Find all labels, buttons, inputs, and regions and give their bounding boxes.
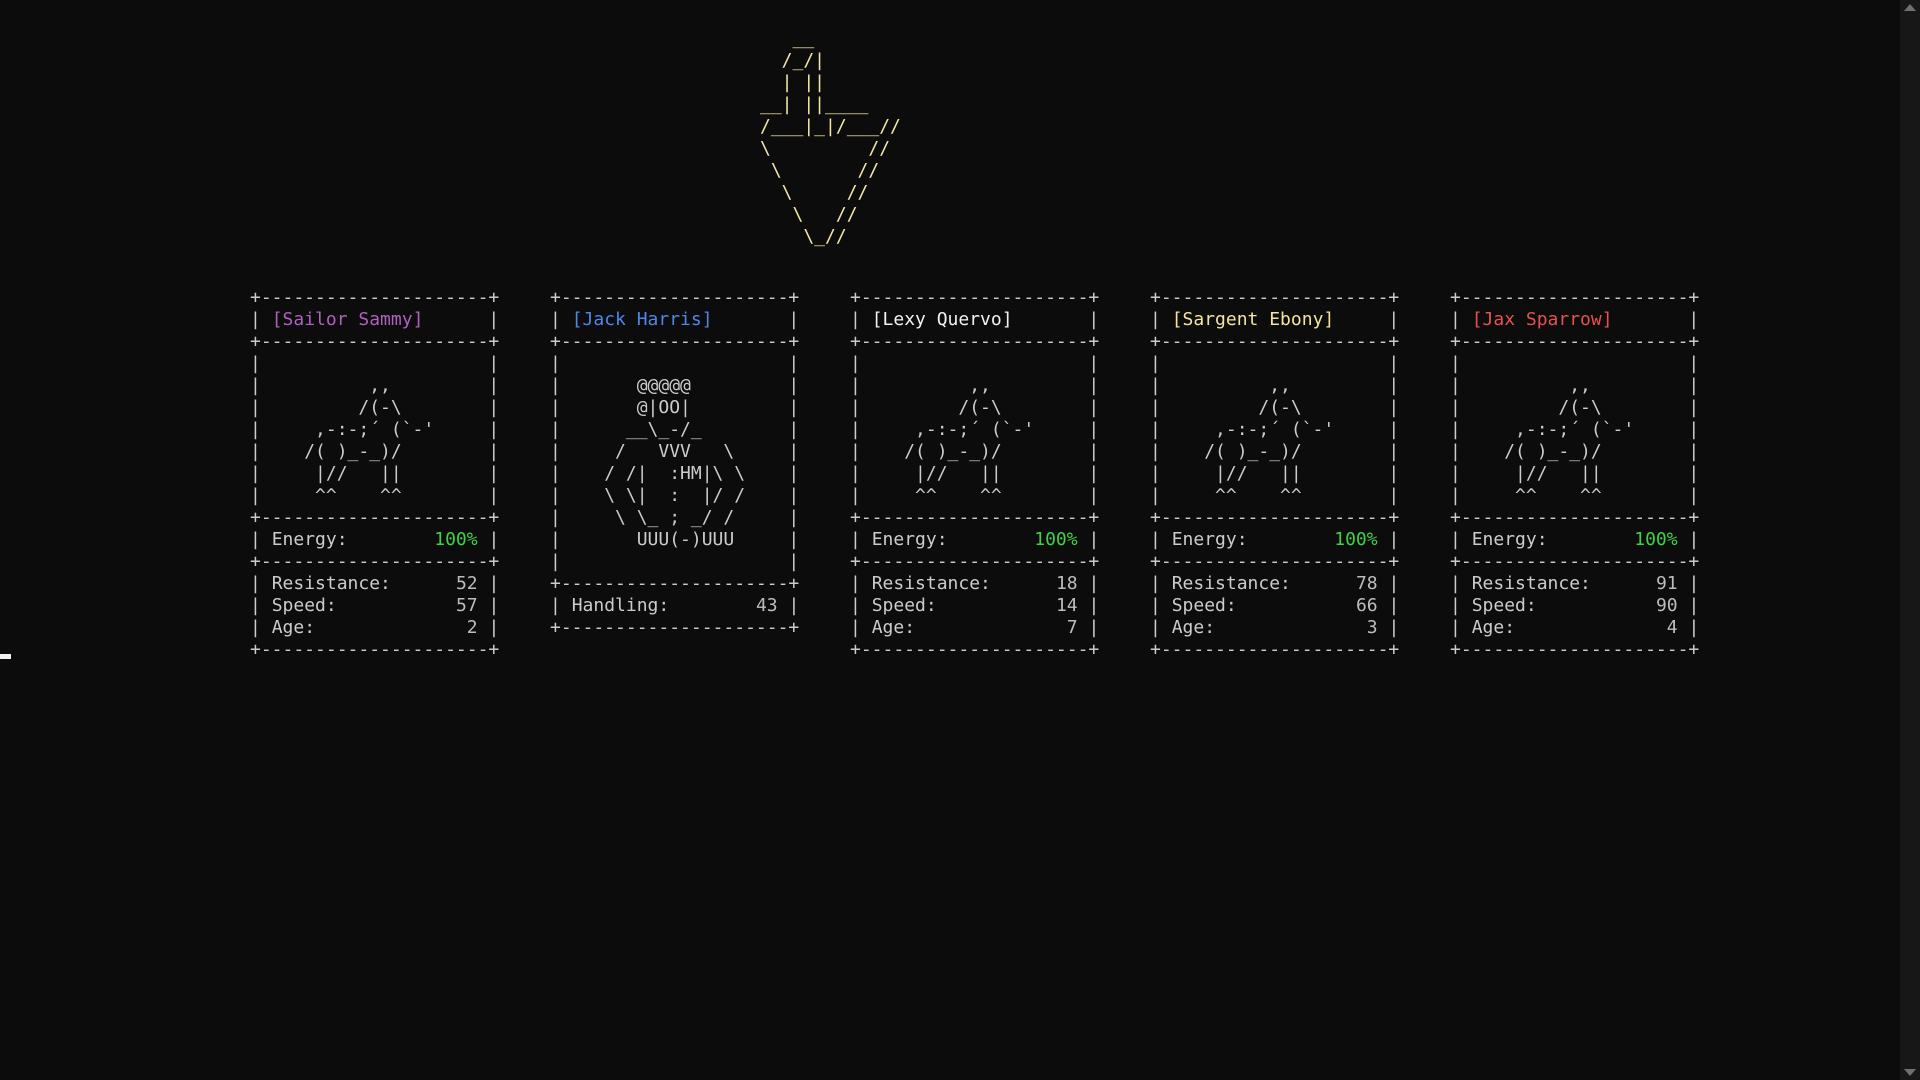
stat-label: Age:: [1171, 617, 1216, 638]
character-ascii-art-line: |// ||: [260, 463, 489, 484]
character-card-jax-sparrow: +---------------------+ | [Jax Sparrow] …: [1450, 287, 1700, 660]
stat-label: Age:: [871, 617, 916, 638]
stat-label: Speed:: [1471, 595, 1537, 616]
character-name: [Sargent Ebony]: [1171, 309, 1335, 330]
stat-label: Age:: [271, 617, 316, 638]
stat-value: 4: [1666, 617, 1678, 638]
stat-label: Age:: [1471, 617, 1516, 638]
character-card-jack-harris: +---------------------+ | [Jack Harris] …: [550, 287, 800, 638]
energy-value: 100%: [434, 529, 478, 550]
character-ascii-art-line: \ \| : |/ /: [560, 485, 789, 506]
character-ascii-art-line: ^^ ^^: [1460, 485, 1689, 506]
character-name: [Jack Harris]: [571, 309, 713, 330]
character-ascii-art-line: /(-\: [260, 397, 489, 418]
terminal-cursor: [0, 654, 11, 659]
character-ascii-art-line: __\_-/_: [560, 419, 789, 440]
scroll-down-arrow-icon[interactable]: [1904, 1069, 1916, 1076]
stat-value: 66: [1355, 595, 1378, 616]
energy-value: 100%: [1634, 529, 1678, 550]
stat-value: 18: [1055, 573, 1078, 594]
character-card-sailor-sammy: +---------------------+ | [Sailor Sammy]…: [250, 287, 500, 660]
character-ascii-art-line: /(-\: [860, 397, 1089, 418]
character-ascii-art-line: ,,: [860, 375, 1089, 396]
stat-value: 78: [1355, 573, 1378, 594]
energy-value: 100%: [1334, 529, 1378, 550]
energy-label: Energy:: [271, 529, 348, 550]
character-ascii-art-line: |// ||: [1460, 463, 1689, 484]
stat-value: 57: [455, 595, 478, 616]
character-ascii-art-line: |// ||: [1160, 463, 1389, 484]
stat-label: Resistance:: [271, 573, 391, 594]
character-ascii-art-line: /( )_-_)/: [1460, 441, 1689, 462]
character-name: [Lexy Quervo]: [871, 309, 1013, 330]
energy-value: 100%: [1034, 529, 1078, 550]
stat-label: Handling:: [571, 595, 670, 616]
stat-label: Resistance:: [1171, 573, 1291, 594]
character-ascii-art-line: ,,: [260, 375, 489, 396]
stat-value: 2: [466, 617, 478, 638]
game-logo-art: __ /_/| | || __| ||____ /___|_|/___// \ …: [760, 28, 901, 247]
terminal-output: __ /_/| | || __| ||____ /___|_|/___// \ …: [0, 0, 1900, 1080]
character-ascii-art-line: / /| :HM|\ \: [560, 463, 789, 484]
stat-label: Speed:: [271, 595, 337, 616]
stat-label: Speed:: [1171, 595, 1237, 616]
character-ascii-art-line: ^^ ^^: [860, 485, 1089, 506]
stat-value: 3: [1366, 617, 1378, 638]
character-ascii-art-line: UUU(-)UUU: [560, 529, 789, 550]
character-ascii-art-line: /( )_-_)/: [860, 441, 1089, 462]
stat-value: 7: [1066, 617, 1078, 638]
character-ascii-art-line: /(-\: [1160, 397, 1389, 418]
character-ascii-art-line: \ \_ ; _/ /: [560, 507, 789, 528]
character-card-lexy-quervo: +---------------------+ | [Lexy Quervo] …: [850, 287, 1100, 660]
character-name: [Jax Sparrow]: [1471, 309, 1613, 330]
character-ascii-art-line: ,-:-;´ (`-': [860, 419, 1089, 440]
stat-value: 14: [1055, 595, 1078, 616]
character-ascii-art-line: /( )_-_)/: [1160, 441, 1389, 462]
character-card-sargent-ebony: +---------------------+ | [Sargent Ebony…: [1150, 287, 1400, 660]
terminal-scrollbar[interactable]: [1900, 0, 1920, 1080]
character-ascii-art-line: ,-:-;´ (`-': [1460, 419, 1689, 440]
scroll-up-arrow-icon[interactable]: [1904, 4, 1916, 11]
terminal-screen: __ /_/| | || __| ||____ /___|_|/___// \ …: [0, 0, 1920, 1080]
energy-label: Energy:: [1171, 529, 1248, 550]
stat-value: 43: [755, 595, 778, 616]
character-ascii-art-line: |// ||: [860, 463, 1089, 484]
character-ascii-art-line: /( )_-_)/: [260, 441, 489, 462]
stat-value: 90: [1655, 595, 1678, 616]
character-ascii-art-line: / VVV \: [560, 441, 789, 462]
character-ascii-art-line: @@@@@: [560, 375, 789, 396]
character-ascii-art-line: ,,: [1160, 375, 1389, 396]
character-ascii-art-line: /(-\: [1460, 397, 1689, 418]
stat-label: Resistance:: [871, 573, 991, 594]
character-name: [Sailor Sammy]: [271, 309, 424, 330]
stat-label: Resistance:: [1471, 573, 1591, 594]
character-ascii-art-line: ^^ ^^: [1160, 485, 1389, 506]
character-ascii-art-line: [561, 551, 789, 572]
character-ascii-art-line: ,-:-;´ (`-': [260, 419, 489, 440]
character-ascii-art-line: ,,: [1460, 375, 1689, 396]
energy-label: Energy:: [1471, 529, 1548, 550]
character-ascii-art-line: ,-:-;´ (`-': [1160, 419, 1389, 440]
energy-label: Energy:: [871, 529, 948, 550]
stat-label: Speed:: [871, 595, 937, 616]
stat-value: 52: [455, 573, 478, 594]
character-ascii-art-line: ^^ ^^: [260, 485, 489, 506]
stat-value: 91: [1655, 573, 1678, 594]
character-ascii-art-line: @|OO|: [560, 397, 789, 418]
